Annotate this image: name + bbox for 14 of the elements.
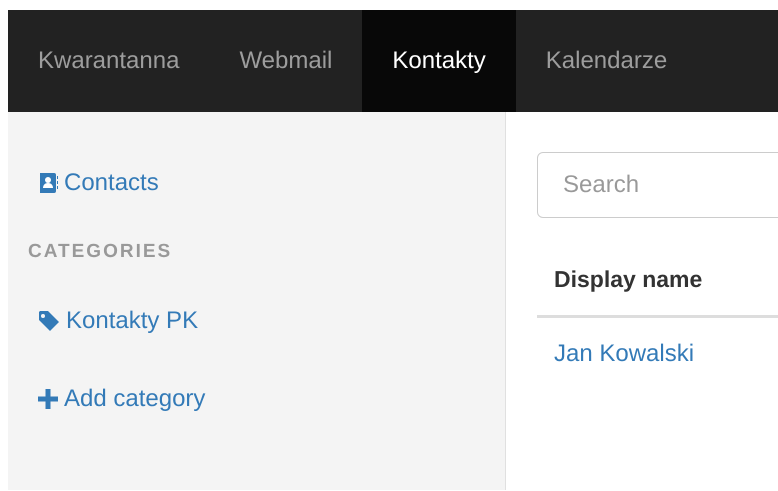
categories-heading: CATEGORIES: [28, 241, 172, 263]
search-field[interactable]: Search: [537, 152, 778, 218]
address-book-icon: [38, 172, 58, 194]
add-category-link[interactable]: Add category: [28, 385, 216, 413]
contacts-link[interactable]: Contacts: [28, 169, 169, 197]
nav-tab[interactable]: Kalendarze: [516, 10, 698, 112]
tag-icon: [38, 310, 60, 332]
nav-tab[interactable]: Webmail: [209, 10, 362, 112]
contact-name-link[interactable]: Jan Kowalski: [554, 340, 694, 367]
plus-icon: [38, 389, 58, 409]
nav-tab[interactable]: Kwarantanna: [8, 10, 210, 112]
nav-tab[interactable]: Kontakty: [362, 10, 516, 112]
category-link[interactable]: Kontakty PK: [28, 307, 208, 335]
column-header: Display name: [554, 266, 704, 293]
